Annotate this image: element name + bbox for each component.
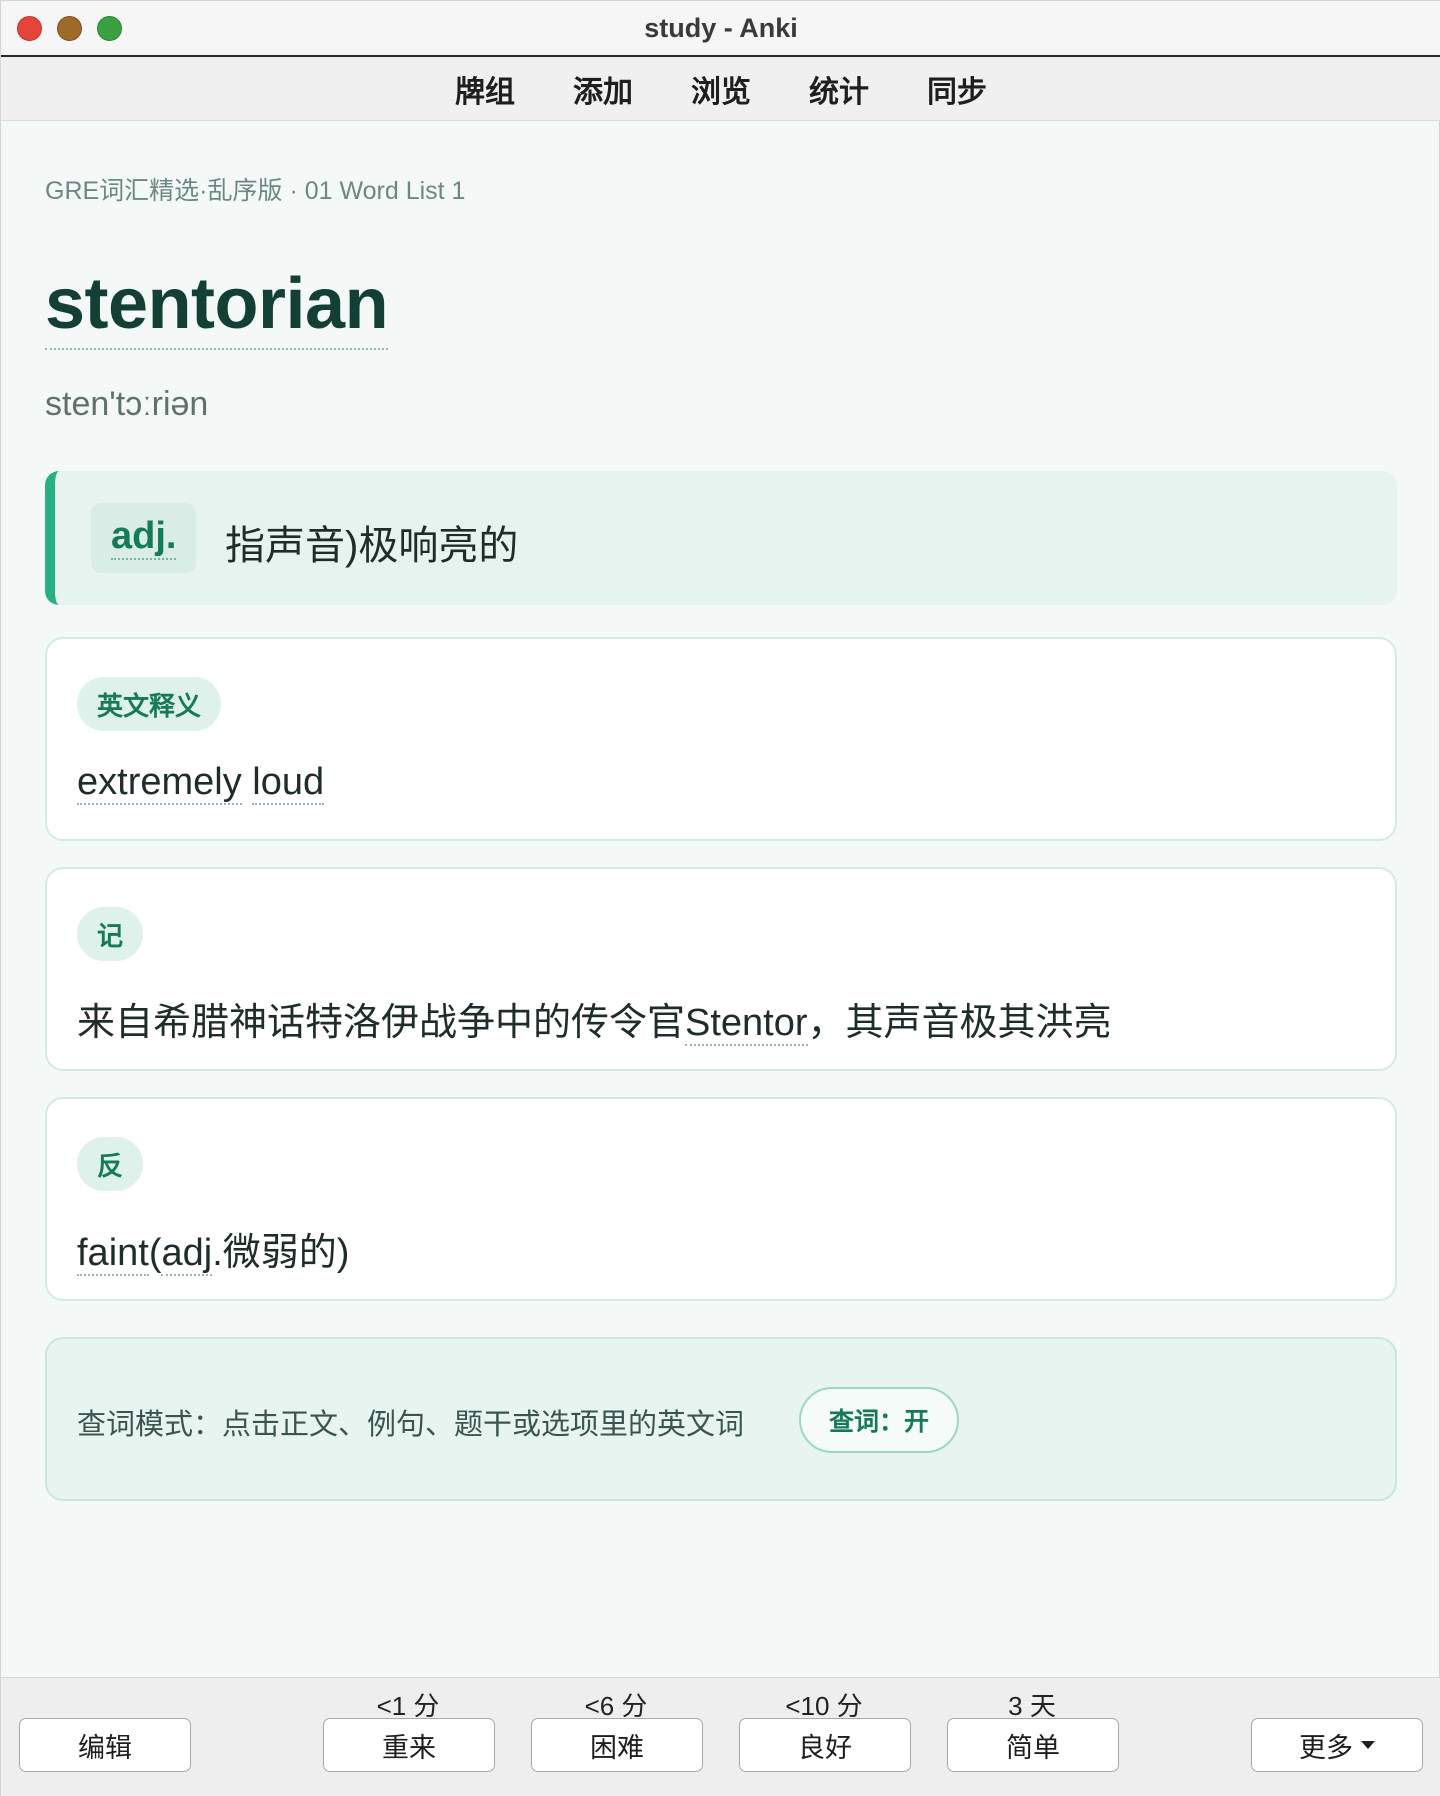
main-toolbar: 牌组 添加 浏览 统计 同步	[1, 57, 1440, 121]
good-button[interactable]: 良好	[739, 1718, 911, 1772]
antonym-rest: .微弱的)	[212, 1232, 350, 1274]
hard-label: 困难	[590, 1732, 644, 1763]
again-button[interactable]: 重来	[323, 1718, 495, 1772]
chevron-down-icon	[1361, 1741, 1375, 1749]
edit-button[interactable]: 编辑	[19, 1718, 191, 1772]
review-bottom-bar: 编辑 <1 分 重来 <6 分 困难 <10 分 良好 3 天 简单 更多	[1, 1677, 1440, 1796]
definition-box: adj. 指声音)极响亮的	[45, 471, 1397, 605]
lookup-word[interactable]: adj	[161, 1232, 213, 1276]
lookup-word[interactable]: loud	[252, 761, 325, 805]
window-title: study - Anki	[644, 13, 798, 43]
title-bar: study - Anki	[1, 1, 1440, 57]
mnemonic-text: 来自希腊神话特洛伊战争中的传令官Stentor，其声音极其洪亮	[77, 991, 1112, 1046]
mnemonic-tag: 记	[77, 907, 144, 961]
edit-label: 编辑	[78, 1732, 132, 1763]
toolbar-stats[interactable]: 统计	[780, 67, 898, 111]
toolbar-decks[interactable]: 牌组	[426, 67, 544, 111]
more-button[interactable]: 更多	[1251, 1718, 1423, 1772]
toolbar-browse[interactable]: 浏览	[662, 67, 780, 111]
mnemonic-after: ，其声音极其洪亮	[807, 1002, 1112, 1044]
phonetic: sten'tɔːriən	[45, 385, 209, 423]
lookup-word[interactable]: Stentor	[685, 1002, 808, 1046]
anki-window: study - Anki 牌组 添加 浏览 统计 同步 GRE词汇精选·乱序版 …	[0, 0, 1440, 1796]
pos-label[interactable]: adj.	[111, 515, 177, 560]
definition-text: 指声音)极响亮的	[225, 524, 519, 568]
antonym-card: 反 faint(adj.微弱的)	[45, 1097, 1397, 1301]
mnemonic-before: 来自希腊神话特洛伊战争中的传令官	[77, 1002, 686, 1044]
english-definition-card: 英文释义 extremely loud	[45, 637, 1397, 841]
more-label: 更多	[1299, 1732, 1353, 1763]
mnemonic-card: 记 来自希腊神话特洛伊战争中的传令官Stentor，其声音极其洪亮	[45, 867, 1397, 1071]
hard-button[interactable]: 困难	[531, 1718, 703, 1772]
easy-label: 简单	[1006, 1732, 1060, 1763]
again-label: 重来	[382, 1732, 436, 1763]
deck-path: GRE词汇精选·乱序版 · 01 Word List 1	[45, 177, 466, 205]
lookup-word[interactable]: extremely	[77, 761, 242, 805]
easy-button[interactable]: 简单	[947, 1718, 1119, 1772]
antonym-tag: 反	[77, 1137, 144, 1191]
antonym-paren: (	[148, 1232, 162, 1274]
english-definition-tag: 英文释义	[77, 677, 222, 731]
lookup-word[interactable]: faint	[77, 1232, 149, 1276]
pos-badge: adj.	[91, 503, 197, 573]
toolbar-sync[interactable]: 同步	[898, 67, 1016, 111]
toolbar-add[interactable]: 添加	[544, 67, 662, 111]
antonym-text: faint(adj.微弱的)	[77, 1221, 349, 1276]
headword[interactable]: stentorian	[45, 264, 389, 351]
lookup-toggle-button[interactable]: 查词：开	[799, 1387, 959, 1453]
good-label: 良好	[798, 1732, 852, 1763]
english-definition-text: extremely loud	[77, 761, 325, 805]
lookup-mode-box: 查词模式：点击正文、例句、题干或选项里的英文词 查词：开	[45, 1337, 1397, 1501]
lookup-mode-text: 查词模式：点击正文、例句、题干或选项里的英文词	[77, 1409, 745, 1441]
